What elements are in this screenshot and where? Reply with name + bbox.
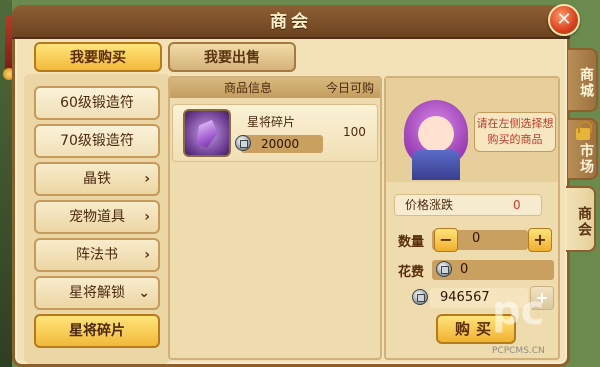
silver-coin-icon [235,135,251,151]
tab-sell[interactable]: 我要出售 [168,42,296,72]
category-item-crystal-iron[interactable]: 晶铁 › [34,162,160,196]
category-item-formation-book[interactable]: 阵法书 › [34,238,160,272]
close-button[interactable]: ✕ [548,4,580,36]
purple-crystal-icon [183,109,231,157]
goods-row[interactable]: 星将碎片 20000 100 [172,104,378,162]
cost-value: 0 [460,262,469,277]
cost-label: 花费 [398,265,425,280]
watermark-site: PCPCMS.CN [492,346,545,356]
chevron-right-icon: › [144,209,150,225]
price-change-value: 0 [513,198,521,212]
header-goods-info: 商品信息 [224,81,273,95]
quantity-value: 0 [472,231,481,246]
category-label: 晶铁 [83,171,111,187]
goods-header: 商品信息 今日可购 [170,78,380,98]
chevron-right-icon: › [144,247,150,263]
silver-coin-icon [436,261,452,277]
silver-coin-icon [412,289,428,305]
goods-panel: 商品信息 今日可购 星将碎片 20000 100 [168,76,382,360]
header-today-available: 今日可购 [326,81,375,95]
category-item-60-forge[interactable]: 60级锻造符 [34,86,160,120]
category-label: 星将解锁 [69,285,125,301]
quantity-label: 数量 [398,235,425,250]
category-item-star-unlock[interactable]: 星将解锁 ⌄ [34,276,160,310]
window-title: 商会 [270,12,312,32]
category-item-70-forge[interactable]: 70级锻造符 [34,124,160,158]
category-label: 星将碎片 [69,323,125,339]
goods-price: 20000 [235,135,323,153]
category-item-pet-items[interactable]: 宠物道具 › [34,200,160,234]
lock-icon [576,121,592,140]
quantity-minus-button[interactable]: − [434,228,458,252]
quantity-plus-button[interactable]: + [528,228,552,252]
cost-box: 0 [432,260,554,280]
goods-today-qty: 100 [343,125,366,139]
chevron-right-icon: › [144,171,150,187]
side-tab-market-label: 市场 [578,143,594,175]
side-tab-market[interactable]: 市场 [568,118,598,180]
balance-value: 946567 [440,290,490,305]
category-item-star-shard[interactable]: 星将碎片 [34,314,160,348]
side-tab-mall[interactable]: 商城 [568,48,598,112]
title-bar: 商会 [12,5,570,39]
category-label: 70级锻造符 [60,133,134,149]
npc-body [412,150,460,180]
npc-face [418,116,454,152]
price-change-box: 价格涨跌 0 [394,194,542,216]
category-label: 60级锻造符 [60,95,134,111]
price-change-label: 价格涨跌 [405,198,454,212]
side-tab-chamber[interactable]: 商会 [566,186,596,252]
goods-name: 星将碎片 [247,115,296,129]
chevron-down-icon: ⌄ [138,285,150,301]
goods-price-value: 20000 [261,137,300,151]
close-icon: ✕ [556,9,572,30]
category-label: 宠物道具 [69,209,125,225]
tab-buy[interactable]: 我要购买 [34,42,162,72]
npc-hint-bubble: 请在左侧选择想购买的商品 [474,112,556,152]
watermark-logo: pc [492,288,545,334]
category-label: 阵法书 [76,247,118,263]
